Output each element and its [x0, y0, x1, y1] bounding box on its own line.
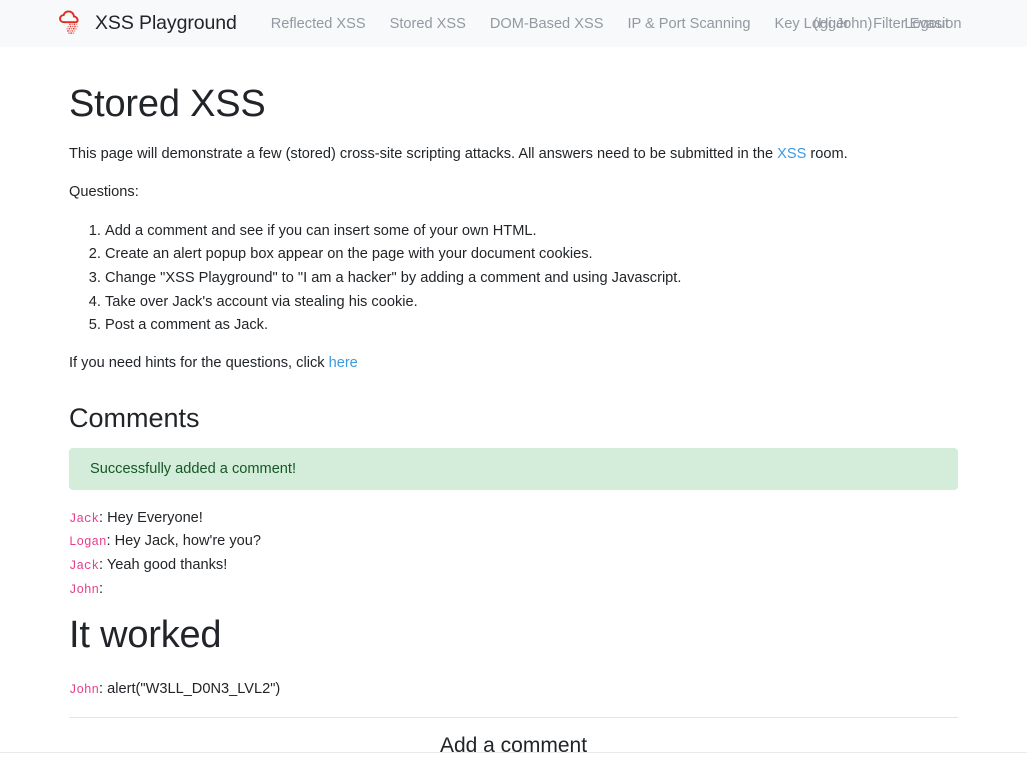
comment-separator: : [99, 580, 104, 597]
questions-label: Questions: [69, 183, 139, 200]
page-description: This page will demonstrate a few (stored… [69, 144, 958, 166]
list-item: Logan: Hey Jack, how're you? [69, 531, 958, 552]
nav-link-dom-based-xss[interactable]: DOM-Based XSS [478, 12, 616, 36]
add-comment-heading: Add a comment [439, 734, 588, 758]
list-item: John: alert("W3LL_D0N3_LVL2") [69, 679, 958, 700]
page-description-text-before: This page will demonstrate a few (stored… [69, 146, 778, 162]
cloud-code-icon [55, 9, 85, 39]
comment-text: Hey Jack, how're you? [114, 533, 261, 550]
comment-text: Hey Everyone! [107, 509, 203, 526]
nav-link-reflected-xss[interactable]: Reflected XSS [259, 12, 378, 36]
comment-author: John [69, 682, 100, 697]
top-navbar: XSS Playground Reflected XSS Stored XSS … [0, 0, 1027, 47]
page-title: Stored XSS [69, 83, 266, 125]
hints-line: If you need hints for the questions, cli… [69, 353, 958, 375]
nav-link-ip-port-scanning[interactable]: IP & Port Scanning [615, 12, 762, 36]
comments-heading: Comments [69, 402, 200, 433]
logout-link[interactable]: Logout [892, 12, 961, 36]
comment-separator: : [99, 509, 104, 526]
nav-item-dom-based-xss[interactable]: DOM-Based XSS [478, 12, 616, 36]
nav-item-stored-xss[interactable]: Stored XSS [378, 12, 478, 36]
nav-user-area: (Hi John) Logout [801, 12, 961, 36]
comment-separator: : [99, 680, 104, 697]
comment-text: alert("W3LL_D0N3_LVL2") [107, 680, 281, 697]
injected-heading: It worked [69, 613, 222, 656]
comment-separator: : [106, 533, 111, 550]
xss-room-link[interactable]: XSS [777, 146, 806, 162]
list-item: Jack: Hey Everyone! [69, 508, 958, 529]
brand-title: XSS Playground [95, 12, 237, 34]
nav-item-ip-port-scanning[interactable]: IP & Port Scanning [615, 12, 762, 36]
page-bottom-divider [0, 752, 1027, 753]
success-alert: Successfully added a comment! [69, 447, 958, 490]
nav-item-reflected-xss[interactable]: Reflected XSS [259, 12, 378, 36]
brand-link[interactable]: XSS Playground [55, 9, 237, 39]
comments-list: Jack: Hey Everyone! Logan: Hey Jack, how… [69, 508, 958, 700]
user-greeting: (Hi John) [813, 15, 873, 32]
comment-author: John [69, 582, 100, 597]
list-item: John: [69, 579, 958, 600]
main-content: Stored XSS This page will demonstrate a … [69, 47, 958, 760]
list-item: Take over Jack's account via stealing hi… [105, 291, 958, 314]
hints-link[interactable]: here [329, 355, 358, 371]
comment-author: Logan [69, 535, 107, 550]
section-divider [69, 717, 958, 719]
comment-text: Yeah good thanks! [106, 557, 228, 574]
list-item: Create an alert popup box appear on the … [105, 243, 958, 266]
comment-separator: : [99, 557, 104, 574]
comment-author: Jack [69, 559, 100, 574]
list-item: Jack: Yeah good thanks! [69, 555, 958, 576]
list-item: Change "XSS Playground" to "I am a hacke… [105, 267, 958, 290]
list-item: Add a comment and see if you can insert … [105, 220, 958, 243]
list-item: Post a comment as Jack. [105, 314, 958, 337]
page-description-text-after: room. [806, 146, 848, 162]
comment-author: Jack [69, 511, 100, 526]
nav-link-stored-xss[interactable]: Stored XSS [378, 12, 478, 36]
questions-list: Add a comment and see if you can insert … [69, 220, 958, 337]
success-alert-message: Successfully added a comment! [90, 460, 297, 477]
hints-text: If you need hints for the questions, cli… [69, 354, 329, 371]
